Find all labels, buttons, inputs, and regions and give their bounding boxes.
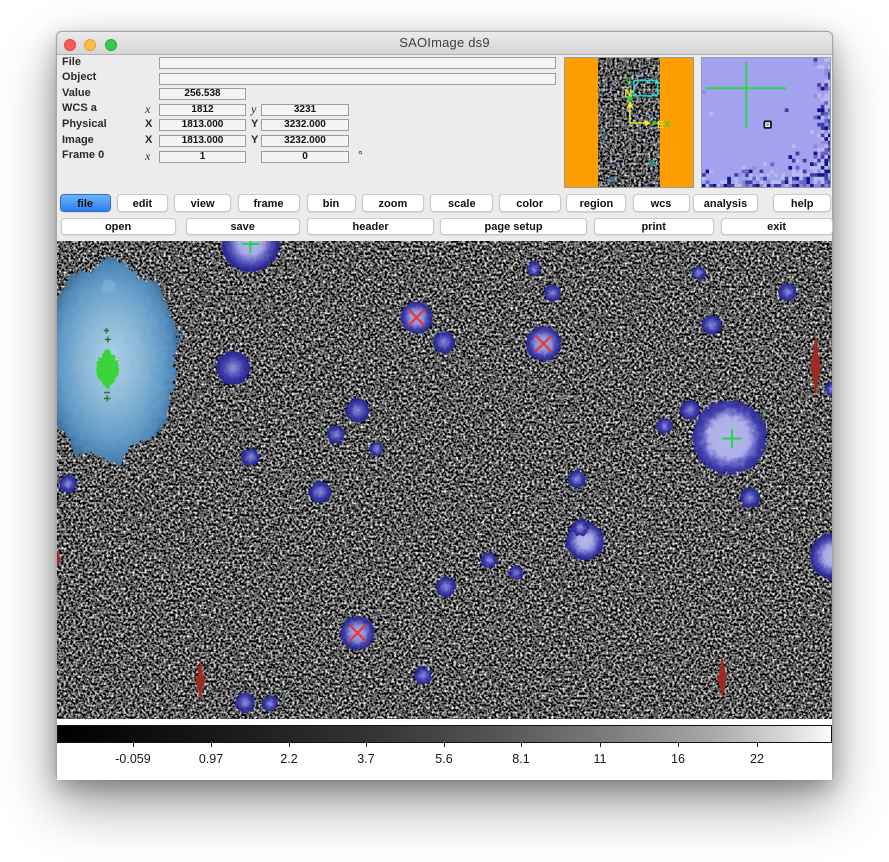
svg-text:Y: Y	[626, 78, 632, 88]
svg-text:X: X	[664, 119, 670, 129]
svg-text:N: N	[624, 88, 632, 100]
svg-text:E: E	[657, 119, 664, 131]
